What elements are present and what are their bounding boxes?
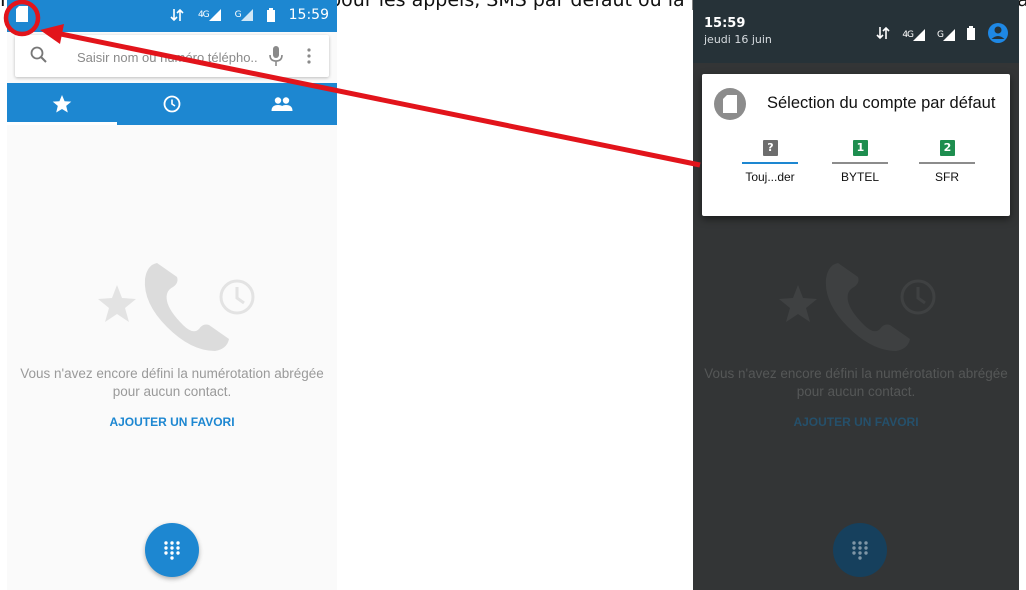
shade-time: 15:59 [704,16,746,31]
signal-sim2-icon: G [235,9,253,21]
option-underline [919,162,975,164]
shade-date: jeudi 16 juin [704,33,772,46]
option-sim2-sfr[interactable]: 2 SFR [907,140,987,200]
sim-card-icon [714,88,746,120]
empty-state-illustration [98,263,255,351]
search-icon [30,46,47,63]
status-bar: 4G G 15:59 [7,0,337,32]
option-sim1-bytel[interactable]: 1 BYTEL [820,140,900,200]
option-underline [742,162,798,164]
dialpad-button [833,523,887,577]
notification-shade-screen: 15:59 jeudi 16 juin 4G G Sélection du co… [693,0,1019,590]
clock-icon [163,95,181,113]
option-underline [832,162,888,164]
tab-favorites[interactable] [7,83,117,125]
dialer-screen: 4G G 15:59 Saisir nom ou numéro télépho.… [7,0,337,590]
empty-state-illustration [779,263,936,351]
battery-icon [266,8,275,22]
option-label: SFR [935,170,959,184]
tab-bar [7,83,337,125]
signal-4g-icon: 4G [902,29,926,41]
data-transfer-icon [876,26,890,44]
dialpad-icon [852,541,868,560]
dialog-title: Sélection du compte par défaut [767,94,996,112]
battery-icon [967,26,975,44]
microphone-icon[interactable] [268,45,284,67]
sim1-icon: 1 [853,140,868,156]
sim-card-icon [16,6,28,22]
option-always-ask[interactable]: ? Touj...der [730,140,810,200]
data-transfer-icon [170,8,184,22]
tab-recents[interactable] [117,83,227,125]
signal-sim2-icon: G [937,29,955,41]
more-options-icon[interactable] [306,48,312,64]
option-label: BYTEL [840,170,879,184]
people-icon [271,97,293,111]
tab-contacts[interactable] [227,83,337,125]
option-label: Touj...der [745,170,795,184]
search-bar[interactable] [15,35,329,77]
star-icon [52,95,72,113]
empty-state-message: Vous n'avez encore défini la numérotatio… [20,366,324,399]
question-sim-icon: ? [763,140,778,156]
shade-header: 15:59 jeudi 16 juin 4G G [693,0,1019,63]
account-icon[interactable] [987,22,1009,48]
dialpad-button[interactable] [145,523,199,577]
sim2-icon: 2 [940,140,955,156]
default-account-dialog: Sélection du compte par défaut ? Touj...… [702,74,1010,216]
add-favorite-link: AJOUTER UN FAVORI [793,415,919,429]
status-time: 15:59 [288,7,329,23]
search-input[interactable] [75,45,259,69]
add-favorite-link[interactable]: AJOUTER UN FAVORI [7,415,337,429]
signal-4g-icon: 4G [198,9,221,21]
dialpad-icon [164,541,180,560]
empty-state-message: Vous n'avez encore défini la numérotatio… [704,366,1008,399]
